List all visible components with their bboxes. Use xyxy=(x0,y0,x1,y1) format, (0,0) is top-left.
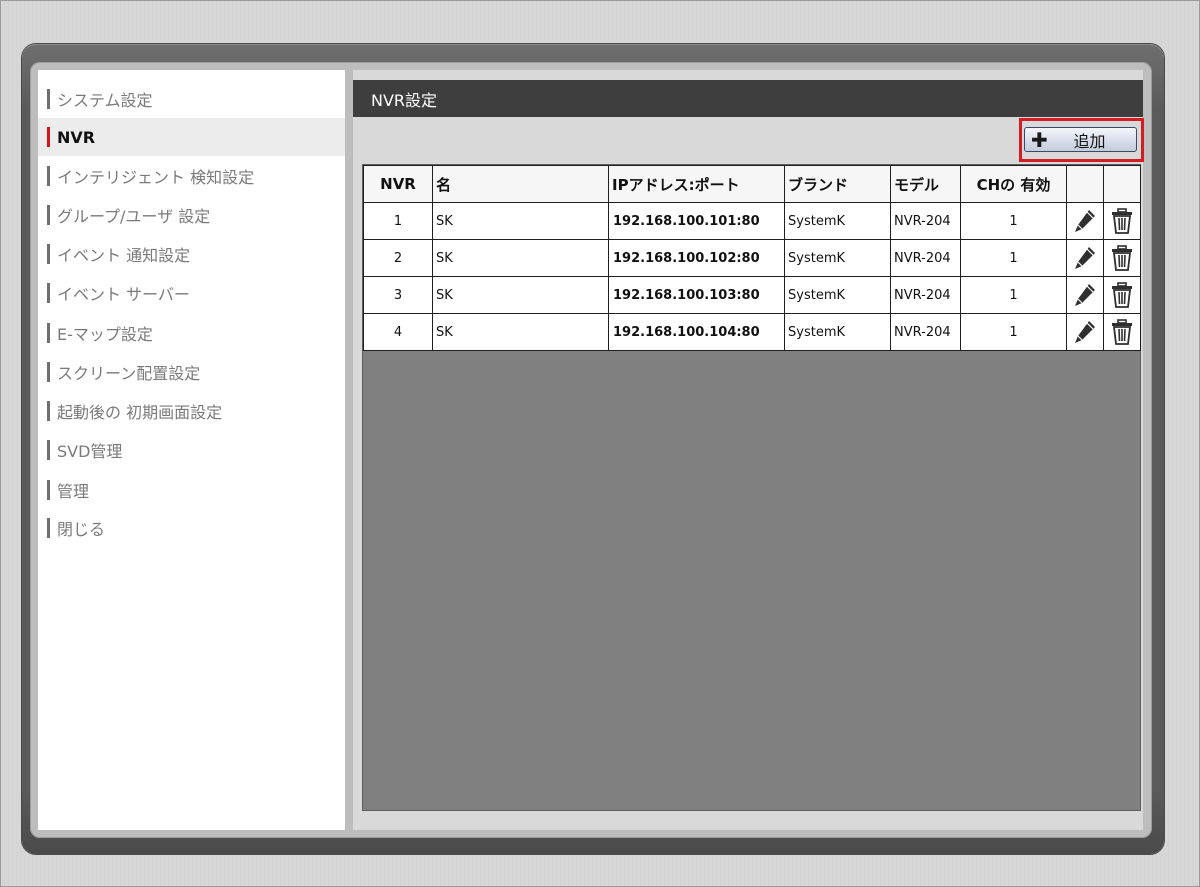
table-row: 1 SK 192.168.100.101:80 SystemK NVR-204 … xyxy=(363,202,1141,240)
column-header-name: 名 xyxy=(432,165,609,203)
cell-ch-enabled: 1 xyxy=(960,313,1067,351)
cell-ip-port: 192.168.100.102:80 xyxy=(608,239,785,277)
table-header-row: NVR 名 IPアドレス:ポート ブランド モデル CHの 有効 xyxy=(363,165,1141,203)
cell-delete xyxy=(1103,313,1141,351)
sidebar-item-screen-layout[interactable]: スクリーン配置設定 xyxy=(38,353,345,391)
sidebar-item-nvr[interactable]: NVR xyxy=(38,118,345,156)
menu-marker xyxy=(47,518,50,538)
cell-ch-enabled: 1 xyxy=(960,276,1067,314)
column-header-delete xyxy=(1103,165,1141,203)
cell-model: NVR-204 xyxy=(890,202,961,240)
add-button[interactable]: ✚ 追加 xyxy=(1024,127,1137,152)
sidebar-item-label: 管理 xyxy=(57,482,90,501)
pencil-icon[interactable] xyxy=(1072,244,1098,272)
menu-marker xyxy=(47,205,50,225)
page-title: NVR設定 xyxy=(371,90,438,110)
menu-marker xyxy=(47,323,50,343)
sidebar-item-label: E-マップ設定 xyxy=(57,325,153,344)
sidebar-item-close[interactable]: 閉じる xyxy=(38,509,345,547)
menu-marker xyxy=(47,283,50,303)
trash-icon[interactable] xyxy=(1109,281,1135,309)
sidebar-item-admin[interactable]: 管理 xyxy=(38,471,345,509)
cell-name: SK xyxy=(432,313,609,351)
column-header-brand: ブランド xyxy=(784,165,891,203)
cell-ip-port: 192.168.100.103:80 xyxy=(608,276,785,314)
sidebar-item-label: 起動後の 初期画面設定 xyxy=(57,403,223,422)
cell-edit xyxy=(1066,313,1104,351)
cell-delete xyxy=(1103,276,1141,314)
column-header-model: モデル xyxy=(890,165,961,203)
menu-marker xyxy=(47,127,50,147)
sidebar-item-label: スクリーン配置設定 xyxy=(57,364,201,383)
menu-marker xyxy=(47,362,50,382)
pencil-icon[interactable] xyxy=(1072,207,1098,235)
sidebar-item-label: SVD管理 xyxy=(57,442,123,461)
sidebar-item-emap[interactable]: E-マップ設定 xyxy=(38,314,345,352)
menu-marker xyxy=(47,401,50,421)
menu-marker xyxy=(47,89,50,109)
column-header-nvr: NVR xyxy=(363,165,433,203)
cell-nvr: 3 xyxy=(363,276,433,314)
sidebar-item-label: インテリジェント 検知設定 xyxy=(57,168,255,187)
sidebar-menu: システム設定 NVR インテリジェント 検知設定 グループ/ユーザ 設定 イベン… xyxy=(38,70,345,830)
sidebar-item-event-server[interactable]: イベント サーバー xyxy=(38,274,345,312)
cell-name: SK xyxy=(432,276,609,314)
cell-delete xyxy=(1103,202,1141,240)
cell-ch-enabled: 1 xyxy=(960,202,1067,240)
cell-ip-port: 192.168.100.104:80 xyxy=(608,313,785,351)
cell-ip-port: 192.168.100.101:80 xyxy=(608,202,785,240)
cell-brand: SystemK xyxy=(784,276,891,314)
cell-edit xyxy=(1066,239,1104,277)
table-row: 3 SK 192.168.100.103:80 SystemK NVR-204 … xyxy=(363,276,1141,314)
cell-nvr: 1 xyxy=(363,202,433,240)
sidebar-item-label: 閉じる xyxy=(57,520,106,539)
trash-icon[interactable] xyxy=(1109,318,1135,346)
nvr-table-area: NVR 名 IPアドレス:ポート ブランド モデル CHの 有効 1 SK 19… xyxy=(363,165,1141,810)
sidebar-item-intelligent-detection[interactable]: インテリジェント 検知設定 xyxy=(38,157,345,195)
sidebar-item-event-notification[interactable]: イベント 通知設定 xyxy=(38,235,345,273)
cell-brand: SystemK xyxy=(784,202,891,240)
menu-marker xyxy=(47,166,50,186)
menu-marker xyxy=(47,440,50,460)
plus-icon: ✚ xyxy=(1031,127,1048,152)
cell-brand: SystemK xyxy=(784,313,891,351)
cell-name: SK xyxy=(432,239,609,277)
cell-model: NVR-204 xyxy=(890,313,961,351)
sidebar-item-startup-screen[interactable]: 起動後の 初期画面設定 xyxy=(38,392,345,430)
menu-marker xyxy=(47,244,50,264)
cell-nvr: 4 xyxy=(363,313,433,351)
add-button-label: 追加 xyxy=(1073,131,1106,151)
content-header: NVR設定 xyxy=(353,80,1143,117)
cell-edit xyxy=(1066,276,1104,314)
cell-brand: SystemK xyxy=(784,239,891,277)
cell-model: NVR-204 xyxy=(890,239,961,277)
pencil-icon[interactable] xyxy=(1072,281,1098,309)
table-row: 4 SK 192.168.100.104:80 SystemK NVR-204 … xyxy=(363,313,1141,351)
sidebar-item-label: グループ/ユーザ 設定 xyxy=(57,207,211,226)
content-panel: NVR設定 ✚ 追加 NVR 名 IPアドレス:ポート ブランド モデル CHの… xyxy=(353,70,1144,830)
column-header-ch-enabled: CHの 有効 xyxy=(960,165,1067,203)
cell-delete xyxy=(1103,239,1141,277)
nvr-table: NVR 名 IPアドレス:ポート ブランド モデル CHの 有効 1 SK 19… xyxy=(363,165,1141,351)
column-header-ip-port: IPアドレス:ポート xyxy=(608,165,785,203)
cell-model: NVR-204 xyxy=(890,276,961,314)
table-row: 2 SK 192.168.100.102:80 SystemK NVR-204 … xyxy=(363,239,1141,277)
sidebar-item-group-user[interactable]: グループ/ユーザ 設定 xyxy=(38,196,345,234)
sidebar-item-label: イベント 通知設定 xyxy=(57,246,191,265)
sidebar-item-label: システム設定 xyxy=(57,91,153,110)
trash-icon[interactable] xyxy=(1109,207,1135,235)
menu-marker xyxy=(47,480,50,500)
sidebar-item-system-settings[interactable]: システム設定 xyxy=(38,80,345,118)
pencil-icon[interactable] xyxy=(1072,318,1098,346)
trash-icon[interactable] xyxy=(1109,244,1135,272)
sidebar-item-label: NVR xyxy=(57,127,96,147)
sidebar-item-label: イベント サーバー xyxy=(57,285,190,304)
column-header-edit xyxy=(1066,165,1104,203)
cell-nvr: 2 xyxy=(363,239,433,277)
cell-ch-enabled: 1 xyxy=(960,239,1067,277)
sidebar-item-svd[interactable]: SVD管理 xyxy=(38,431,345,469)
cell-name: SK xyxy=(432,202,609,240)
cell-edit xyxy=(1066,202,1104,240)
